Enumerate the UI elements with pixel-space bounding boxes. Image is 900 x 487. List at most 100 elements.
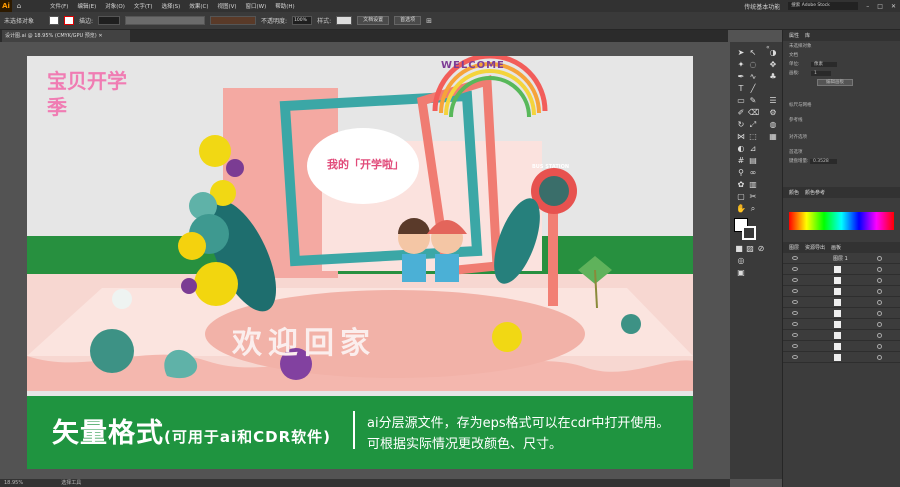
variable-width-dropdown[interactable] (125, 16, 206, 25)
menu-help[interactable]: 帮助(H) (275, 2, 294, 10)
target-circle-icon[interactable] (877, 256, 882, 261)
layer-row[interactable] (783, 341, 900, 352)
dock-panel-icon-1[interactable]: ◑ (768, 48, 778, 58)
target-circle-icon[interactable] (877, 289, 882, 294)
magic-wand-icon[interactable]: ✦ (736, 60, 746, 70)
menu-edit[interactable]: 编辑(E) (77, 2, 96, 10)
slice-tool-icon[interactable]: ✂ (748, 192, 758, 202)
layer-row[interactable] (783, 330, 900, 341)
tab-close-icon[interactable]: ✕ (98, 33, 102, 39)
hand-tool-icon[interactable]: ✋ (736, 204, 746, 214)
gradient-mode-icon[interactable]: ▨ (745, 244, 755, 254)
layer-row[interactable] (783, 308, 900, 319)
type-tool-icon[interactable]: T (736, 84, 746, 94)
tab-layers[interactable]: 图层 (789, 244, 799, 251)
target-circle-icon[interactable] (877, 300, 882, 305)
document-setup-button[interactable]: 文档设置 (357, 16, 390, 25)
selection-tool-icon[interactable]: ➤ (736, 48, 746, 58)
perspective-icon[interactable]: ⊿ (748, 144, 758, 154)
screen-mode-icon[interactable]: ▣ (736, 268, 746, 278)
target-circle-icon[interactable] (877, 278, 882, 283)
arrange-icon[interactable]: ⊞ (426, 17, 432, 25)
zoom-tool-icon[interactable]: ⌕ (748, 204, 758, 214)
unit-dropdown[interactable]: 像素 (810, 62, 837, 67)
target-circle-icon[interactable] (877, 355, 882, 360)
visibility-eye-icon[interactable] (792, 333, 798, 337)
search-input[interactable]: 搜索 Adobe Stock (788, 2, 859, 10)
target-circle-icon[interactable] (877, 267, 882, 272)
blend-tool-icon[interactable]: ∞ (748, 168, 758, 178)
maximize-icon[interactable]: □ (877, 3, 883, 10)
visibility-eye-icon[interactable] (792, 344, 798, 348)
dock-panel-icon-6[interactable]: ◍ (768, 120, 778, 130)
menu-file[interactable]: 文件(F) (50, 2, 68, 10)
lasso-icon[interactable]: ◌ (748, 60, 758, 70)
visibility-eye-icon[interactable] (792, 289, 798, 293)
dock-panel-icon-5[interactable]: ⚙ (768, 108, 778, 118)
edit-artboard-button[interactable]: 编辑画板 (817, 79, 853, 86)
layer-row[interactable] (783, 286, 900, 297)
layer-row[interactable] (783, 319, 900, 330)
layer-row[interactable] (783, 264, 900, 275)
layer-row[interactable]: 图层 1 (783, 253, 900, 264)
close-icon[interactable]: ✕ (891, 3, 896, 10)
symbol-sprayer-icon[interactable]: ✿ (736, 180, 746, 190)
menu-effect[interactable]: 效果(C) (189, 2, 208, 10)
stroke-swatch[interactable] (64, 16, 74, 25)
tab-properties[interactable]: 属性 (789, 32, 799, 39)
shaper-icon[interactable]: ✐ (736, 108, 746, 118)
color-mode-icon[interactable]: ■ (734, 244, 744, 254)
tab-library[interactable]: 库 (805, 32, 810, 39)
stroke-weight-field[interactable] (98, 16, 121, 25)
free-transform-icon[interactable]: ⬚ (748, 132, 758, 142)
workspace-switcher[interactable]: 传统基本功能 (744, 2, 780, 11)
shape-builder-icon[interactable]: ◐ (736, 144, 746, 154)
visibility-eye-icon[interactable] (792, 256, 798, 260)
dock-panel-icon-4[interactable]: ☰ (768, 96, 778, 106)
menu-select[interactable]: 选择(S) (162, 2, 181, 10)
dock-panel-icon-2[interactable]: ✥ (768, 60, 778, 70)
keyboard-increment-field[interactable]: 0.3528 (809, 159, 837, 164)
layer-row[interactable] (783, 352, 900, 363)
document-tab[interactable]: 设计图.ai @ 18.95% (CMYK/GPU 预览) ✕ (2, 30, 130, 42)
graph-tool-icon[interactable]: ▥ (748, 180, 758, 190)
target-circle-icon[interactable] (877, 322, 882, 327)
eyedropper-icon[interactable]: ⚲ (736, 168, 746, 178)
opacity-field[interactable]: 100% (292, 16, 313, 25)
canvas-area[interactable]: WELCOME BUS STATION 我的「开学啦」 宝贝开学季 欢迎回家 矢… (0, 42, 728, 479)
artboard-dropdown[interactable]: 1 (810, 71, 831, 76)
layer-row[interactable] (783, 297, 900, 308)
brush-dropdown[interactable] (210, 16, 257, 25)
layer-row[interactable] (783, 275, 900, 286)
home-icon[interactable]: ⌂ (12, 2, 26, 10)
visibility-eye-icon[interactable] (792, 300, 798, 304)
artboard-tool-icon[interactable]: ▢ (736, 192, 746, 202)
color-spectrum[interactable] (789, 212, 894, 230)
target-circle-icon[interactable] (877, 344, 882, 349)
preferences-button[interactable]: 首选项 (394, 16, 422, 25)
pen-tool-icon[interactable]: ✒ (736, 72, 746, 82)
zoom-level[interactable]: 18.95% (4, 480, 23, 486)
direct-selection-tool-icon[interactable]: ↖ (748, 48, 758, 58)
menu-view[interactable]: 视图(V) (217, 2, 236, 10)
scale-tool-icon[interactable]: ⤢ (748, 120, 758, 130)
dock-panel-icon-7[interactable]: ▦ (768, 132, 778, 142)
gradient-tool-icon[interactable]: ▤ (748, 156, 758, 166)
rectangle-tool-icon[interactable]: ▭ (736, 96, 746, 106)
artboard[interactable]: WELCOME BUS STATION 我的「开学啦」 宝贝开学季 欢迎回家 矢… (27, 56, 693, 469)
paintbrush-icon[interactable]: ✎ (748, 96, 758, 106)
target-circle-icon[interactable] (877, 311, 882, 316)
tab-color-guide[interactable]: 颜色参考 (805, 189, 825, 196)
target-circle-icon[interactable] (877, 333, 882, 338)
menu-type[interactable]: 文字(T) (134, 2, 153, 10)
menu-object[interactable]: 对象(O) (105, 2, 125, 10)
curvature-icon[interactable]: ∿ (748, 72, 758, 82)
line-tool-icon[interactable]: ╱ (748, 84, 758, 94)
draw-mode-icon[interactable]: ◎ (736, 256, 746, 266)
rotate-tool-icon[interactable]: ↻ (736, 120, 746, 130)
visibility-eye-icon[interactable] (792, 322, 798, 326)
style-dropdown[interactable] (336, 16, 353, 25)
tab-color[interactable]: 颜色 (789, 189, 799, 196)
none-mode-icon[interactable]: ⊘ (756, 244, 766, 254)
tab-asset-export[interactable]: 资源导出 (805, 244, 825, 251)
